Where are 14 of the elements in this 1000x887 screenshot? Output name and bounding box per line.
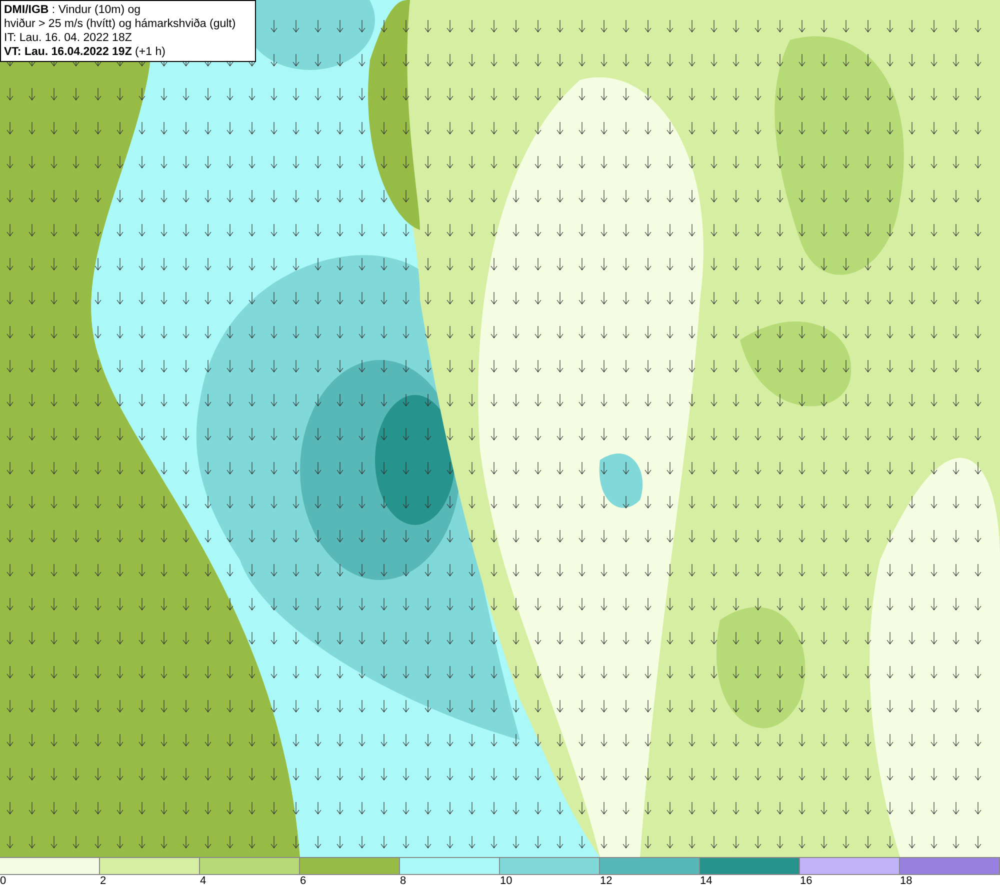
legend-tick-label: 4: [200, 875, 208, 887]
legend-tick-label: 12: [600, 875, 614, 887]
legend-tick-label: 0: [0, 875, 8, 887]
legend-tick-label: 16: [800, 875, 814, 887]
title-line: VT: Lau. 16.04.2022 19Z (+1 h): [4, 45, 166, 59]
title-line: IT: Lau. 16. 04. 2022 18Z: [4, 31, 133, 45]
title-line: hviður > 25 m/s (hvítt) og hámarkshviða (gult): [4, 17, 237, 31]
legend-tick-label: 14: [700, 875, 714, 887]
title-line: DMI/IGB : Vindur (10m) og: [4, 3, 142, 17]
legend-tick-label: 8: [400, 875, 408, 887]
legend-tick-label: 18: [900, 875, 914, 887]
legend-tick-label: 2: [100, 875, 108, 887]
legend-tick-label: 6: [300, 875, 308, 887]
legend-tick-label: 10: [500, 875, 514, 887]
